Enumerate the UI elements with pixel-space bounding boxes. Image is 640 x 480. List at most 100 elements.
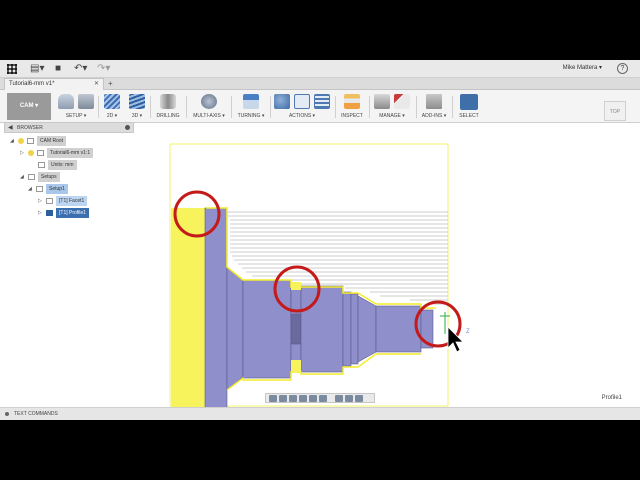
setup-label: SETUP ▾ [65, 113, 87, 119]
separator [452, 96, 453, 118]
inspect-label: INSPECT [341, 113, 363, 119]
zoom-window-icon[interactable] [319, 395, 327, 402]
select-icon [460, 93, 478, 110]
tree-item-label: [T1] Facet1 [56, 196, 88, 206]
turning-label: TURNING ▾ [237, 113, 265, 119]
stock-icon [78, 94, 94, 109]
pan-icon[interactable] [289, 395, 297, 402]
multi-axis-label: MULTI-AXIS ▾ [193, 113, 225, 119]
new-setup-icon [58, 94, 74, 109]
scripts-icon [426, 94, 442, 109]
navigation-toolbar [265, 393, 375, 403]
grid-settings-icon[interactable] [345, 395, 353, 402]
new-tab-icon[interactable]: + [108, 78, 113, 90]
collapse-arrow-icon[interactable]: ◢ [28, 184, 36, 194]
model-canvas[interactable]: Z [140, 122, 640, 407]
separator [150, 96, 151, 118]
workspace-switcher[interactable]: CAM ▾ [7, 93, 51, 120]
collapse-arrow-icon[interactable]: ◢ [10, 136, 18, 146]
active-operation-label: Profile1 [601, 395, 622, 401]
collapse-arrow-icon[interactable]: ◢ [20, 172, 28, 182]
browser-header[interactable]: ◀ BROWSER [4, 122, 134, 133]
zoom-icon[interactable] [299, 395, 307, 402]
2d-milling-icon [104, 94, 120, 109]
help-icon[interactable]: ? [617, 63, 628, 74]
save-icon[interactable]: ■ [55, 63, 61, 75]
stock-face [171, 208, 205, 407]
select-label: SELECT [459, 113, 479, 119]
tree-item-setups[interactable]: ◢ Setups [20, 172, 60, 182]
viewports-icon[interactable] [355, 395, 363, 402]
tree-item-label: [T1] Profile1 [56, 208, 89, 218]
look-at-icon[interactable] [279, 395, 287, 402]
groove-highlight [291, 282, 301, 290]
measure-icon [344, 94, 360, 109]
user-menu[interactable]: Mike Mattera ▾ [563, 64, 602, 71]
inspect-group[interactable]: INSPECT [338, 93, 366, 122]
redo-icon[interactable]: ↷▾ [97, 63, 110, 75]
3d-group[interactable]: 3D ▾ [127, 93, 147, 122]
actions-group[interactable]: ACTIONS ▾ [272, 93, 332, 122]
display-settings-icon[interactable] [335, 395, 343, 402]
expand-arrow-icon[interactable]: ▷ [38, 208, 46, 218]
tree-item-setup1[interactable]: ◢ Setup1 [28, 184, 68, 194]
text-commands-icon [5, 412, 9, 416]
facing-operation-icon [46, 197, 53, 204]
separator [186, 96, 187, 118]
setups-folder-icon [28, 173, 35, 180]
tree-item-profile1[interactable]: ▷ [T1] Profile1 [38, 208, 89, 218]
close-tab-icon[interactable]: ✕ [94, 79, 99, 90]
tree-item-document[interactable]: ▷ Tutorial6-mm v1:1 [20, 148, 94, 158]
multi-axis-group[interactable]: MULTI-AXIS ▾ [190, 93, 228, 122]
post-process-icon [294, 94, 310, 109]
text-commands-bar[interactable]: TEXT COMMANDS [0, 407, 640, 420]
setup-group[interactable]: SETUP ▾ [56, 93, 96, 122]
document-tab-title: Tutorial6-mm v1* [9, 81, 55, 87]
units-icon [38, 161, 45, 168]
separator [335, 96, 336, 118]
3d-milling-icon [129, 94, 145, 109]
orbit-icon[interactable] [269, 395, 277, 402]
manage-group[interactable]: MANAGE ▾ [372, 93, 412, 122]
2d-group[interactable]: 2D ▾ [102, 93, 122, 122]
root-node-icon [27, 137, 34, 144]
visibility-bulb-icon[interactable] [28, 149, 34, 156]
text-commands-label: TEXT COMMANDS [14, 411, 58, 417]
turning-icon [243, 94, 259, 109]
pin-icon[interactable] [125, 125, 130, 130]
setup-sheet-icon [314, 94, 330, 109]
turned-part [204, 207, 434, 407]
separator [416, 96, 417, 118]
tree-item-label: Tutorial6-mm v1:1 [47, 148, 94, 158]
view-cube[interactable]: TOP [604, 101, 626, 121]
tree-item-facet1[interactable]: ▷ [T1] Facet1 [38, 196, 88, 206]
document-tab-strip: Tutorial6-mm v1* ✕ + [0, 78, 640, 90]
setup-icon [36, 185, 43, 192]
tree-item-units[interactable]: Units: mm [38, 160, 77, 170]
multi-axis-icon [201, 94, 217, 109]
axis-label: Z [466, 329, 470, 335]
file-menu-icon[interactable]: ▤▾ [30, 63, 44, 75]
add-ins-group[interactable]: ADD-INS ▾ [419, 93, 449, 122]
groove-highlight [291, 360, 301, 372]
toolbar-ribbon: CAM ▾ SETUP ▾ 2D ▾ 3D ▾ DRILLING MULTI-A… [0, 90, 640, 123]
turning-group[interactable]: TURNING ▾ [235, 93, 267, 122]
tree-item-label: Setups [38, 172, 60, 182]
drilling-group[interactable]: DRILLING [154, 93, 182, 122]
fit-icon[interactable] [309, 395, 317, 402]
visibility-bulb-icon[interactable] [18, 137, 24, 144]
profile-operation-icon [46, 209, 53, 216]
undo-icon[interactable]: ↶▾ [74, 63, 87, 75]
select-group[interactable]: SELECT [455, 93, 483, 122]
tree-item-label: CAM Root [37, 136, 67, 146]
collapse-browser-icon[interactable]: ◀ [8, 123, 13, 133]
expand-arrow-icon[interactable]: ▷ [20, 148, 28, 158]
document-tab[interactable]: Tutorial6-mm v1* ✕ [4, 78, 104, 90]
tool-library-icon [374, 94, 390, 109]
expand-arrow-icon[interactable]: ▷ [38, 196, 46, 206]
tree-item-label: Setup1 [46, 184, 68, 194]
app-grid-icon[interactable] [7, 64, 17, 74]
2d-label: 2D ▾ [106, 113, 118, 119]
separator [231, 96, 232, 118]
tree-item-cam-root[interactable]: ◢ CAM Root [10, 136, 67, 146]
